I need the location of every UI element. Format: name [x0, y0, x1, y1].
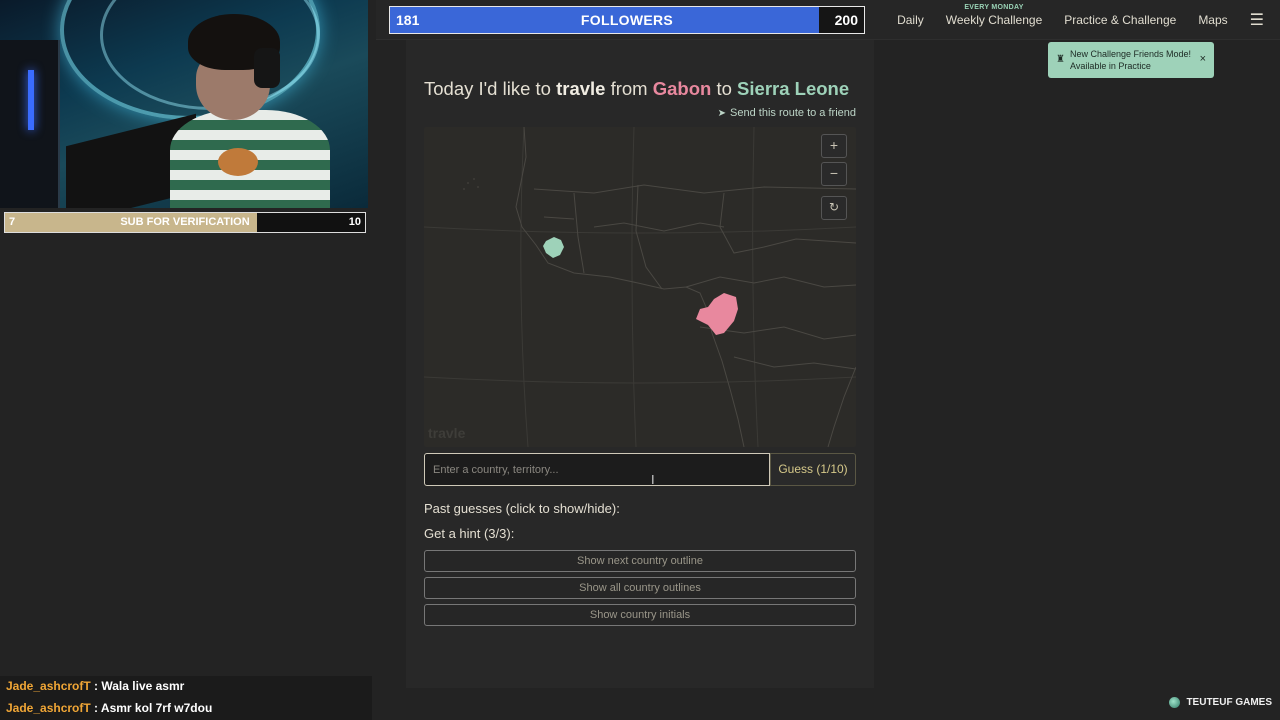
hint-initials-button[interactable]: Show country initials	[424, 604, 856, 626]
zoom-out-button[interactable]: −	[821, 162, 847, 186]
nav-weekly[interactable]: EVERY MONDAY Weekly Challenge	[945, 4, 1043, 27]
send-route-link[interactable]: ➤ Send this route to a friend	[718, 107, 856, 119]
coastline	[827, 366, 856, 447]
route-headline: Today I'd like to travle from Gabon to S…	[424, 78, 856, 100]
follower-goal-label: FOLLOWERS	[580, 12, 674, 28]
island-dot	[473, 178, 475, 180]
nav-maps[interactable]: Maps	[1198, 13, 1227, 27]
brand-label: TEUTEUF GAMES	[1186, 697, 1272, 708]
country-border	[733, 356, 856, 370]
country-input[interactable]	[424, 453, 770, 486]
nav-links: Daily EVERY MONDAY Weekly Challenge Prac…	[897, 0, 1264, 40]
hint-all-outlines-button[interactable]: Show all country outlines	[424, 577, 856, 599]
hint-next-outline-button[interactable]: Show next country outline	[424, 550, 856, 572]
paper-plane-icon: ➤	[717, 108, 727, 119]
toast-text: New Challenge Friends Mode! Available in…	[1070, 49, 1192, 71]
past-guesses-toggle[interactable]: Past guesses (click to show/hide):	[424, 501, 620, 516]
country-border	[593, 222, 725, 232]
graticule-line	[520, 127, 529, 447]
nav-weekly-label: Weekly Challenge	[945, 13, 1043, 27]
nav-practice[interactable]: Practice & Challenge	[1064, 13, 1176, 27]
headline-travle: travle	[556, 78, 606, 99]
webcam-feed	[0, 0, 368, 208]
country-border	[685, 276, 856, 288]
hamburger-icon[interactable]: ☰	[1250, 10, 1264, 30]
chat-username: Jade_ashcrofT	[6, 679, 91, 693]
graticule-line	[752, 127, 759, 447]
map-canvas	[424, 127, 856, 447]
notification-toast: ♜ New Challenge Friends Mode! Available …	[1048, 42, 1214, 78]
island-dot	[477, 186, 479, 188]
pc-case	[0, 40, 60, 208]
headline-to-word: to	[716, 78, 732, 99]
game-panel: Today I'd like to travle from Gabon to S…	[406, 40, 874, 688]
text-cursor-icon: I	[651, 472, 655, 487]
send-route-label: Send this route to a friend	[730, 107, 856, 119]
sub-goal-target: 10	[348, 216, 361, 228]
hint-header: Get a hint (3/3):	[424, 526, 515, 541]
brand-logo-icon	[1169, 697, 1181, 708]
headline-from-word: from	[610, 78, 648, 99]
chat-text: Asmr kol 7rf w7dou	[100, 701, 213, 715]
graticule-line	[424, 376, 856, 384]
graticule-line	[424, 226, 856, 234]
weekly-tag: EVERY MONDAY	[964, 4, 1024, 11]
map-watermark: travle	[428, 425, 466, 441]
sierra-leone-shape	[543, 237, 564, 258]
chat-username: Jade_ashcrofT	[6, 701, 91, 715]
island-dot	[467, 182, 469, 184]
zoom-in-button[interactable]: +	[821, 134, 847, 158]
country-border	[543, 216, 575, 220]
country-border	[533, 184, 856, 194]
headset	[254, 48, 280, 88]
guess-button[interactable]: Guess (1/10)	[770, 453, 856, 486]
close-icon[interactable]: ×	[1200, 53, 1206, 65]
follower-goal-bar: 181 FOLLOWERS 200	[389, 6, 865, 34]
island-dot	[463, 188, 465, 190]
map-view[interactable]: + − ↻ travle	[424, 127, 856, 447]
sub-goal-label: SUB FOR VERIFICATION	[120, 216, 250, 228]
nav-daily[interactable]: Daily	[897, 13, 924, 27]
destination-country: Sierra Leone	[737, 78, 850, 99]
chat-message: Jade_ashcrofT : Asmr kol 7rf w7dou	[6, 701, 213, 715]
sub-goal-bar: 7 SUB FOR VERIFICATION 10	[4, 212, 366, 233]
food-in-hand	[218, 148, 258, 176]
follower-goal-target: 200	[834, 12, 858, 28]
chat-text: Wala live asmr	[101, 679, 185, 693]
reset-view-button[interactable]: ↻	[821, 196, 847, 220]
trophy-icon: ♜	[1056, 54, 1065, 65]
brand-badge: TEUTEUF GAMES	[1169, 697, 1272, 708]
chat-message: Jade_ashcrofT : Wala live asmr	[6, 679, 185, 693]
origin-country: Gabon	[652, 78, 712, 99]
headline-prefix: Today I'd like to	[424, 78, 551, 99]
country-border	[635, 184, 663, 290]
coastline	[515, 127, 745, 447]
streamer	[170, 10, 340, 208]
chat-overlay: Jade_ashcrofT : Wala live asmr Jade_ashc…	[0, 676, 372, 720]
graticule-line	[631, 127, 637, 447]
pc-led	[28, 70, 34, 130]
guess-row: Guess (1/10)	[424, 453, 856, 486]
